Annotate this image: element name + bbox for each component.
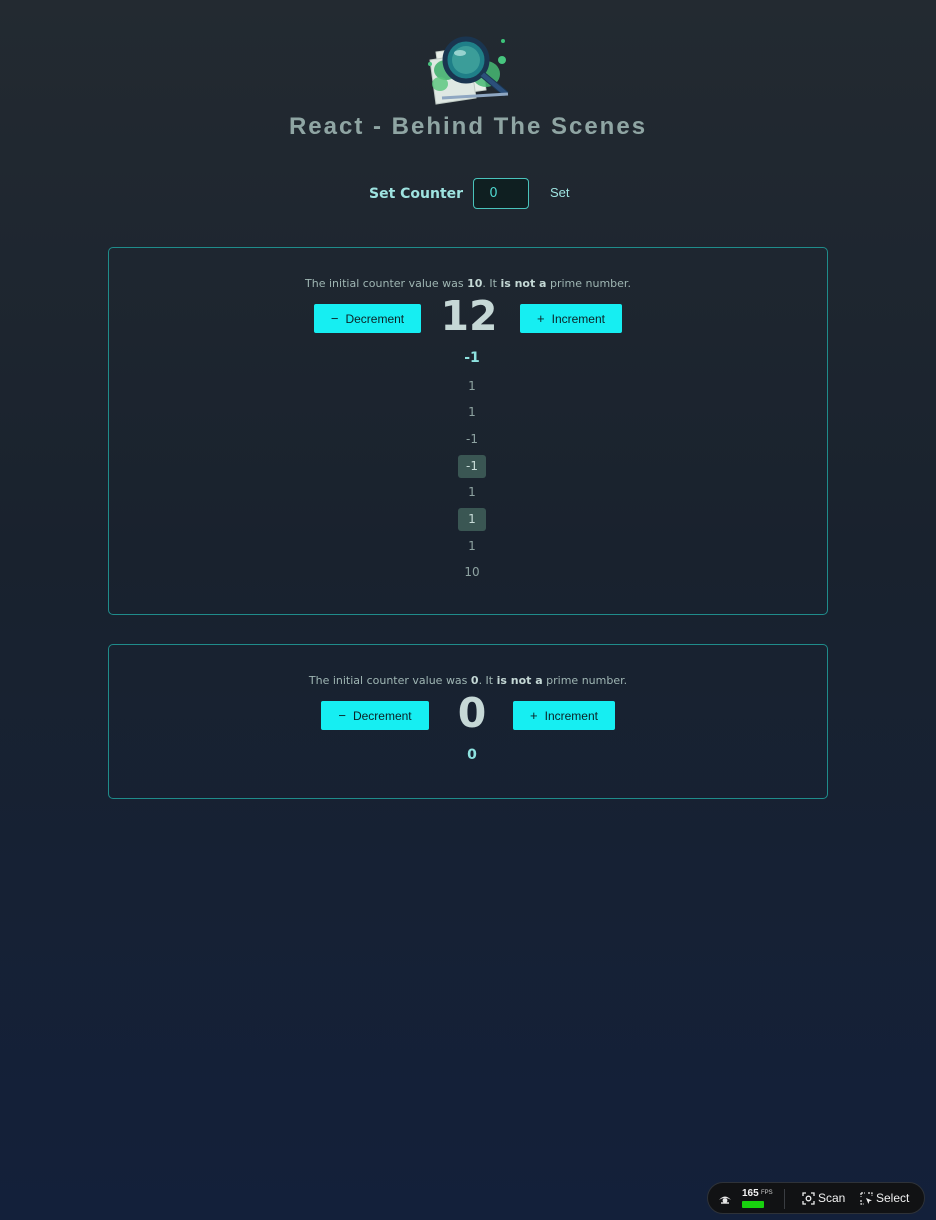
set-counter-form: Set Counter Set [0, 178, 936, 211]
history-item-highlighted: -1 [458, 455, 486, 478]
scan-icon [802, 1191, 815, 1205]
fps-meter-fill [742, 1201, 764, 1208]
increment-button[interactable]: + Increment [520, 304, 622, 333]
fps-value: 165 [742, 1188, 759, 1199]
counter-panel: The initial counter value was 0. It is n… [108, 644, 828, 799]
scan-button[interactable]: Scan [802, 1191, 845, 1205]
plus-icon: + [537, 311, 545, 326]
minus-icon: − [338, 708, 346, 723]
app-logo [424, 34, 514, 106]
history-item: -1 [464, 350, 480, 366]
history-item: 1 [468, 379, 476, 393]
select-button[interactable]: Select [860, 1191, 909, 1205]
increment-button[interactable]: + Increment [513, 701, 615, 730]
set-button[interactable]: Set [546, 183, 574, 202]
history-item: 0 [467, 747, 477, 763]
initial-value-info: The initial counter value was 10. It is … [305, 277, 631, 290]
initial-value-info: The initial counter value was 0. It is n… [308, 674, 628, 687]
toolbar-divider [784, 1189, 785, 1209]
counter-value: 12 [440, 292, 498, 340]
plus-icon: + [530, 708, 538, 723]
fps-unit: FPS [761, 1190, 773, 1196]
history-item: 1 [468, 485, 476, 499]
prime-status: is not a [496, 674, 543, 687]
select-cursor-icon [860, 1191, 873, 1205]
counter-panel: The initial counter value was 10. It is … [108, 247, 828, 615]
history-item: 1 [468, 405, 476, 419]
history-item: 10 [464, 565, 480, 579]
initial-value: 10 [467, 277, 483, 290]
decrement-button[interactable]: − Decrement [321, 701, 429, 730]
page-title: React - Behind The Scenes [288, 113, 648, 140]
set-counter-label: Set Counter [369, 186, 464, 202]
minus-icon: − [330, 311, 339, 326]
history-item: 1 [468, 539, 476, 553]
initial-value: 0 [470, 674, 479, 687]
counter-value: 0 [457, 689, 487, 737]
prime-status: is not a [500, 277, 547, 290]
history-item: -1 [466, 432, 478, 446]
decrement-button[interactable]: − Decrement [314, 304, 421, 333]
eye-icon[interactable] [718, 1192, 732, 1206]
devtools-toolbar: 165 FPS Scan Select [707, 1182, 925, 1214]
history-item-highlighted: 1 [458, 508, 486, 531]
magnifier-logo-icon [428, 36, 509, 105]
fps-meter [742, 1201, 764, 1208]
set-counter-input[interactable] [473, 178, 529, 209]
